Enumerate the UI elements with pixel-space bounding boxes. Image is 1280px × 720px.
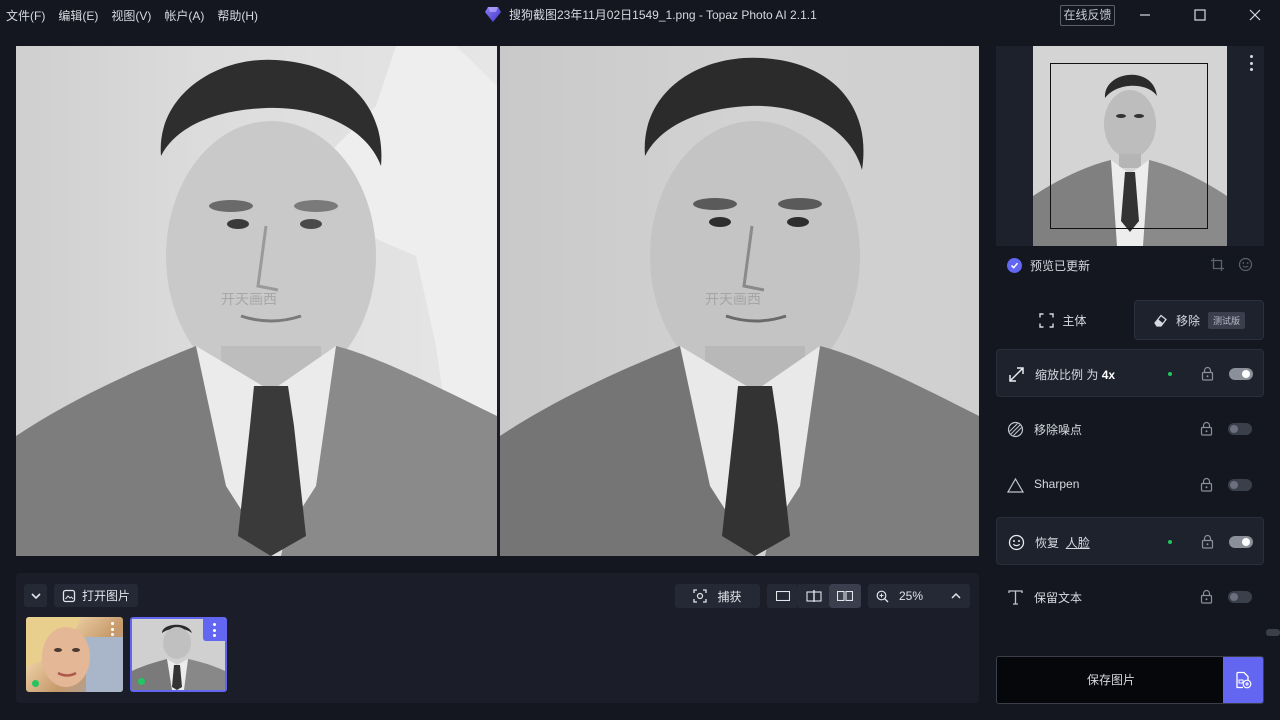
sharpen-triangle-icon (1006, 476, 1024, 494)
zoom-level: 25% (899, 589, 924, 603)
lock-icon[interactable] (1201, 366, 1214, 381)
beta-badge: 测试版 (1208, 311, 1246, 329)
menu-account[interactable]: 帐户(A) (164, 7, 204, 24)
chevron-up-icon[interactable] (950, 590, 962, 602)
thumbnail-2-status-dot (138, 678, 145, 685)
single-view-button[interactable] (767, 584, 798, 608)
window-title: 搜狗截图23年11月02日1549_1.png - Topaz Photo AI… (484, 5, 817, 23)
export-settings-button[interactable] (1223, 657, 1263, 703)
recover-target-link[interactable]: 人脸 (1066, 536, 1090, 550)
upscale-label: 缩放比例 为 4x (1035, 368, 1116, 382)
denoise-label: 移除噪点 (1034, 423, 1083, 437)
side-by-side-view-button[interactable] (829, 584, 861, 608)
maximize-button[interactable] (1177, 0, 1223, 30)
menu-bar: 文件(F) 编辑(E) 视图(V) 帐户(A) 帮助(H) (6, 7, 271, 24)
menu-edit[interactable]: 编辑(E) (58, 7, 98, 24)
text-icon (1006, 588, 1024, 606)
navigator-preview[interactable] (996, 46, 1264, 246)
image-viewer[interactable]: 开天画西 开天画西 (16, 46, 979, 556)
zoom-control[interactable]: 25% (868, 584, 970, 608)
thumbnail-image-1[interactable] (26, 617, 123, 692)
minimize-icon (1140, 14, 1150, 16)
face-detect-icon[interactable] (1238, 257, 1253, 272)
panel-scrollbar[interactable] (1266, 629, 1280, 636)
upscale-active-dot (1168, 372, 1172, 376)
topaz-logo-icon (485, 7, 501, 22)
denoise-row[interactable]: 移除噪点 (996, 405, 1264, 453)
subject-select-icon (1039, 312, 1055, 328)
lock-icon[interactable] (1201, 534, 1214, 549)
thumbnail-image-2[interactable] (130, 617, 227, 692)
recover-face-row[interactable]: 恢复 人脸 (996, 517, 1264, 565)
save-image-button[interactable]: 保存图片 (996, 656, 1264, 704)
upscale-expand-icon (1007, 365, 1025, 383)
preview-status: 预览已更新 (996, 250, 1264, 280)
enhanced-image: 开天画西 (500, 46, 979, 556)
original-image: 开天画西 (16, 46, 497, 556)
menu-help[interactable]: 帮助(H) (217, 7, 258, 24)
thumbnail-2-menu-button[interactable] (203, 619, 225, 641)
minimize-button[interactable] (1122, 0, 1168, 30)
menu-file[interactable]: 文件(F) (6, 7, 45, 24)
enhanced-portrait-image: 开天画西 (500, 57, 979, 556)
menu-view[interactable]: 视图(V) (111, 7, 151, 24)
capture-label: 捕获 (717, 589, 742, 604)
smile-icon (1007, 533, 1025, 551)
open-image-icon (62, 589, 76, 602)
window-title-text: 搜狗截图23年11月02日1549_1.png - Topaz Photo AI… (509, 7, 817, 22)
save-file-icon (1236, 671, 1252, 689)
maximize-icon (1194, 9, 1206, 21)
open-image-label: 打开图片 (82, 589, 131, 603)
denoise-toggle[interactable] (1228, 423, 1252, 435)
upscale-toggle[interactable] (1229, 368, 1253, 380)
lock-icon[interactable] (1200, 589, 1213, 604)
title-bar: 文件(F) 编辑(E) 视图(V) 帐户(A) 帮助(H) 搜狗截图23年11月… (0, 0, 1280, 30)
tab-remove-label: 移除 (1175, 313, 1200, 328)
denoise-icon (1006, 420, 1024, 438)
feedback-button[interactable]: 在线反馈 (1060, 5, 1115, 26)
chevron-down-icon (30, 592, 41, 599)
upscale-row[interactable]: 缩放比例 为 4x (996, 349, 1264, 397)
split-view-button[interactable] (798, 584, 829, 608)
check-circle-icon (1007, 257, 1022, 273)
zoom-in-icon (876, 590, 889, 602)
close-button[interactable] (1232, 0, 1278, 30)
side-by-side-icon (837, 591, 853, 601)
recover-face-toggle[interactable] (1229, 536, 1253, 548)
collapse-filmstrip-button[interactable] (24, 584, 47, 607)
single-view-icon (775, 591, 790, 601)
tab-subject[interactable]: 主体 (996, 300, 1130, 340)
crop-icon[interactable] (1210, 257, 1225, 272)
original-portrait-image: 开天画西 (16, 46, 497, 556)
preserve-text-label: 保留文本 (1034, 591, 1083, 605)
thumbnail-1-status-dot (32, 680, 39, 687)
filmstrip-panel: 打开图片 捕获 25% (16, 573, 979, 703)
open-image-button[interactable]: 打开图片 (54, 584, 139, 607)
lock-icon[interactable] (1200, 477, 1213, 492)
thumbnail-1-menu-button[interactable] (105, 622, 119, 636)
navigator-menu-button[interactable] (1248, 55, 1254, 71)
lock-icon[interactable] (1200, 421, 1213, 436)
sharpen-label: Sharpen (1034, 477, 1080, 491)
navigator-viewport-frame[interactable] (1050, 63, 1208, 229)
recover-label: 恢复 人脸 (1035, 536, 1090, 550)
tab-subject-label: 主体 (1062, 313, 1087, 328)
close-icon (1249, 9, 1261, 21)
split-view-icon (805, 590, 822, 602)
tab-remove[interactable]: 移除 测试版 (1134, 300, 1264, 340)
watermark-right: 开天画西 (705, 291, 761, 307)
sharpen-toggle[interactable] (1228, 479, 1252, 491)
preview-status-text: 预览已更新 (1030, 258, 1091, 273)
preserve-text-row[interactable]: 保留文本 (996, 573, 1264, 621)
preserve-text-toggle[interactable] (1228, 591, 1252, 603)
watermark-left: 开天画西 (221, 291, 277, 307)
recover-active-dot (1168, 540, 1172, 544)
capture-icon (693, 589, 708, 603)
capture-button[interactable]: 捕获 (675, 584, 760, 608)
save-image-label: 保存图片 (1086, 673, 1135, 687)
sharpen-row[interactable]: Sharpen (996, 461, 1264, 509)
eraser-icon (1154, 314, 1167, 327)
upscale-value: 4x (1101, 368, 1116, 382)
